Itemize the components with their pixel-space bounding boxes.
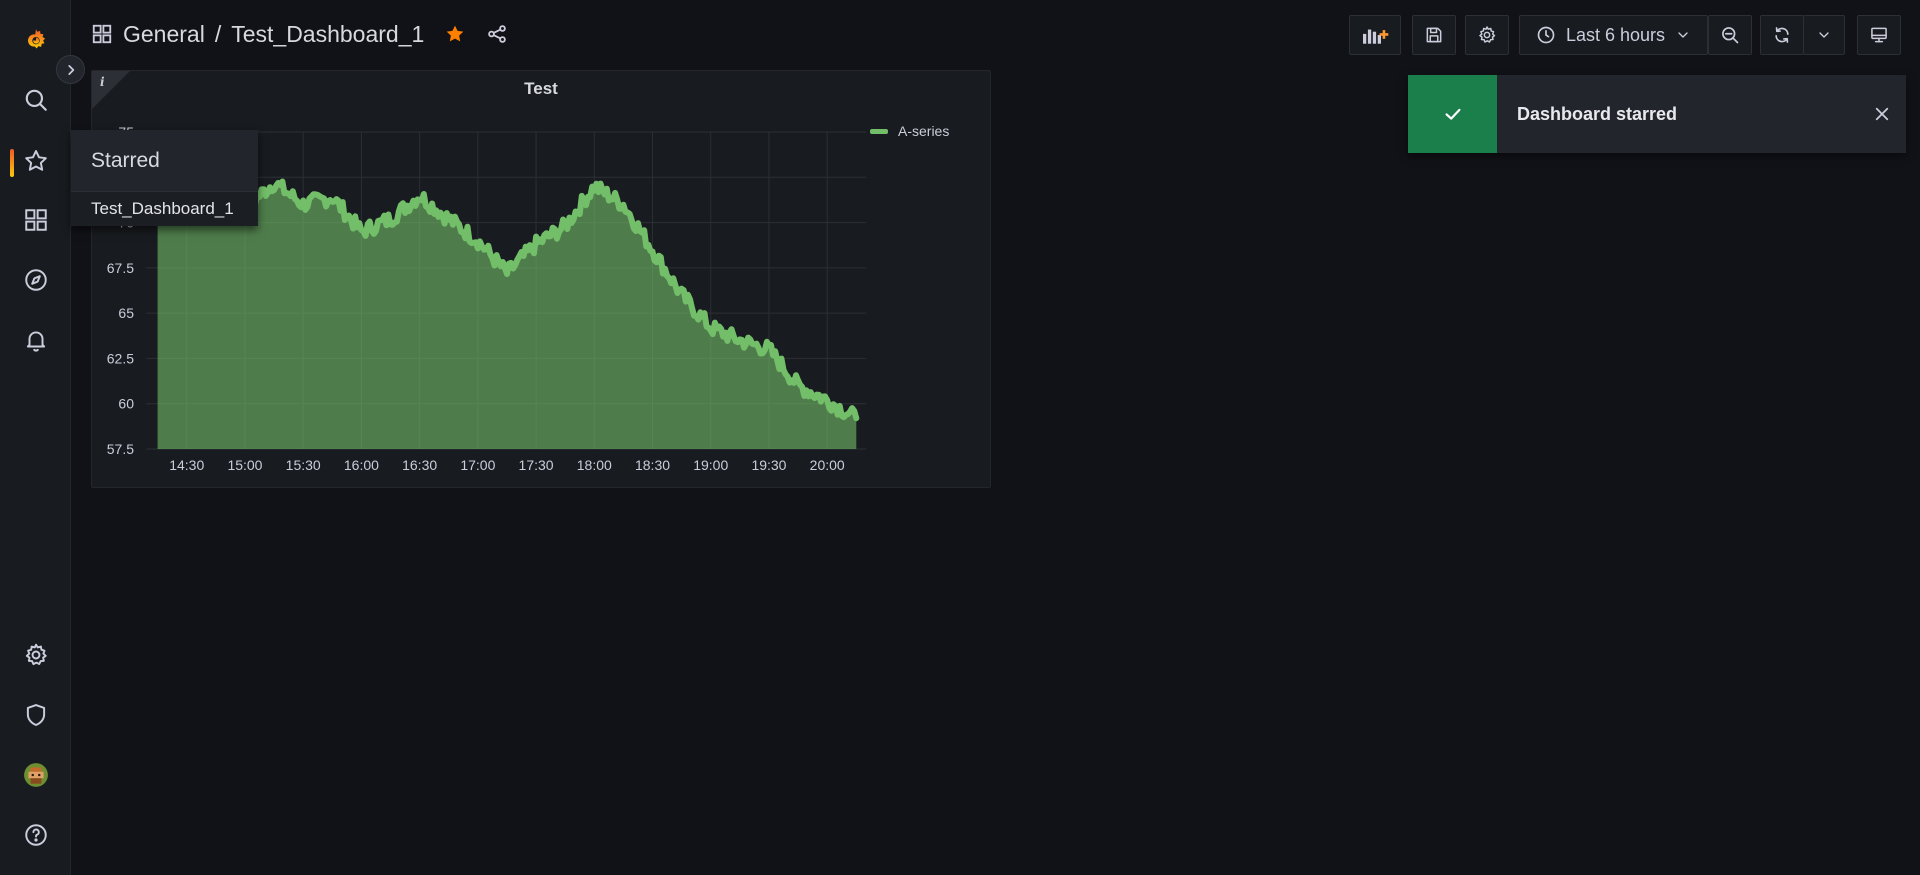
x-tick-label: 15:30 xyxy=(286,457,321,473)
save-icon xyxy=(1426,27,1442,43)
time-range-picker[interactable]: Last 6 hours xyxy=(1519,15,1708,55)
time-range-label: Last 6 hours xyxy=(1565,24,1666,45)
toast-message: Dashboard starred xyxy=(1517,103,1678,124)
alerting-bell-icon[interactable] xyxy=(0,312,71,368)
zoom-out-button[interactable] xyxy=(1708,15,1752,55)
server-admin-shield-icon[interactable] xyxy=(0,687,71,743)
x-tick-label: 15:00 xyxy=(227,457,262,473)
success-check-icon xyxy=(1408,75,1497,153)
dashboard-grid-icon xyxy=(91,23,113,45)
explore-icon[interactable] xyxy=(0,252,71,308)
refresh-icon xyxy=(1775,27,1789,43)
mark-as-favorite-star-icon[interactable] xyxy=(444,23,466,45)
star-icon[interactable] xyxy=(0,133,71,189)
add-panel-button[interactable] xyxy=(1349,15,1401,55)
x-tick-label: 18:00 xyxy=(577,457,612,473)
dashboards-icon[interactable] xyxy=(0,192,71,248)
dashboard-settings-button[interactable] xyxy=(1465,15,1509,55)
y-tick-label: 62.5 xyxy=(107,350,134,366)
x-tick-label: 16:00 xyxy=(344,457,379,473)
sidebar xyxy=(0,0,71,875)
x-tick-label: 18:30 xyxy=(635,457,670,473)
starred-menu-item[interactable]: Test_Dashboard_1 xyxy=(71,191,258,226)
top-navbar: General / Test_Dashboard_1 Last 6 hours xyxy=(71,0,1920,70)
configuration-gear-icon[interactable] xyxy=(0,627,71,683)
y-tick-label: 60 xyxy=(118,396,134,412)
help-icon[interactable] xyxy=(0,807,71,863)
y-tick-label: 67.5 xyxy=(107,260,134,276)
share-icon[interactable] xyxy=(486,23,508,45)
monitor-icon xyxy=(1871,27,1887,43)
expand-sidebar-button[interactable] xyxy=(56,55,85,84)
x-tick-label: 20:00 xyxy=(810,457,845,473)
y-tick-label: 57.5 xyxy=(107,441,134,457)
zoom-out-icon xyxy=(1722,27,1739,44)
x-tick-label: 17:30 xyxy=(519,457,554,473)
starred-dropdown-menu: Starred Test_Dashboard_1 xyxy=(71,130,258,226)
legend[interactable]: A-series xyxy=(870,123,949,139)
breadcrumb-separator: / xyxy=(214,20,222,47)
x-tick-label: 16:30 xyxy=(402,457,437,473)
save-dashboard-button[interactable] xyxy=(1412,15,1456,55)
y-tick-label: 65 xyxy=(118,305,134,321)
chevron-down-icon xyxy=(1819,32,1829,38)
starred-menu-header[interactable]: Starred xyxy=(71,130,258,191)
x-tick-label: 19:30 xyxy=(751,457,786,473)
breadcrumb-dashboard-title[interactable]: Test_Dashboard_1 xyxy=(231,21,424,48)
success-toast: Dashboard starred xyxy=(1408,75,1906,153)
breadcrumb-folder-link[interactable]: General xyxy=(123,21,205,48)
add-panel-icon xyxy=(1363,29,1389,44)
refresh-interval-picker[interactable] xyxy=(1803,15,1845,55)
gear-icon xyxy=(1479,26,1496,43)
series-area xyxy=(157,181,857,449)
user-avatar[interactable] xyxy=(0,747,71,803)
x-tick-label: 19:00 xyxy=(693,457,728,473)
cycle-view-mode-button[interactable] xyxy=(1857,15,1901,55)
chevron-down-icon xyxy=(1678,32,1688,38)
legend-series-label[interactable]: A-series xyxy=(898,123,949,139)
refresh-dashboard-button[interactable] xyxy=(1760,15,1804,55)
x-tick-label: 14:30 xyxy=(169,457,204,473)
breadcrumb: General / Test_Dashboard_1 xyxy=(91,16,508,52)
close-icon[interactable] xyxy=(1858,105,1906,123)
legend-color-swatch xyxy=(870,128,888,134)
clock-icon xyxy=(1537,26,1555,44)
x-tick-label: 17:00 xyxy=(460,457,495,473)
